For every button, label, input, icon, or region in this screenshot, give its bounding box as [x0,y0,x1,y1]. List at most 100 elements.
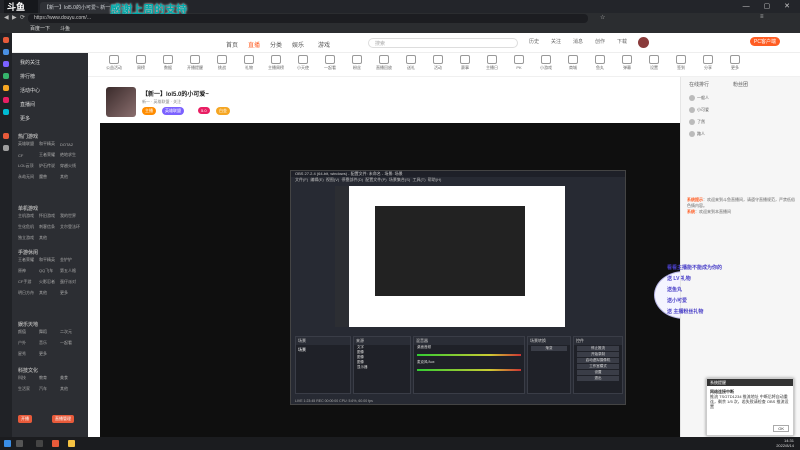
sidebar-grid-item[interactable]: 其他 [60,386,81,392]
sidebar-grid-item[interactable]: LOL云顶 [18,163,39,169]
sidebar-grid-item[interactable]: 户外 [18,340,39,346]
sidebar-grid-item[interactable]: 刺客信条 [39,224,60,230]
douyu-logo[interactable]: 斗鱼 [4,0,38,13]
bookmark-item[interactable]: 斗鱼 [60,25,70,32]
nav-category[interactable]: 分类 [270,40,282,49]
settings-button[interactable]: 设置 [577,370,619,375]
app-icon[interactable] [68,440,75,447]
category-item[interactable]: 主播日 [478,55,506,71]
sidebar-grid-item[interactable]: 美食 [60,375,81,381]
obs-menu-item[interactable]: 配置文件(P) [365,177,386,182]
sidebar-grid-item[interactable]: QQ飞车 [39,268,60,274]
app-icon[interactable] [3,109,9,115]
sidebar-grid-item[interactable]: 魔兽 [39,174,60,180]
room-tag[interactable]: 5.0 [198,107,210,114]
follow-icon[interactable]: 关注 [546,38,566,45]
bookmark-item[interactable]: 百度一下 [30,25,50,32]
address-bar[interactable]: https://www.douyu.com/... [28,14,588,23]
sidebar-grid-item[interactable]: 怀旧游戏 [39,213,60,219]
sidebar-grid-item[interactable]: 独立游戏 [18,235,39,241]
app-icon[interactable] [3,61,9,67]
exit-button[interactable]: 退出 [577,376,619,381]
sidebar-grid-item[interactable]: 主机游戏 [18,213,39,219]
sidebar-item-room[interactable]: 直播间 [20,101,35,108]
message-icon[interactable]: 消息 [568,38,588,45]
sidebar-grid-item[interactable]: 其他 [60,174,81,180]
clock[interactable]: 14:31 2022/8/14 [776,438,794,448]
sidebar-grid-item[interactable]: 教育 [39,375,60,381]
audio-meter[interactable] [417,369,521,371]
sidebar-grid-item[interactable]: 更多 [60,290,81,296]
app-icon[interactable] [3,133,9,139]
nav-live[interactable]: 直播 [248,40,260,49]
nav-games[interactable]: 游戏 [318,40,330,49]
record-button[interactable]: 开始录制 [577,352,619,357]
sidebar-grid-item[interactable]: DOTA2 [60,142,81,147]
sidebar-grid-item[interactable]: 我的世界 [60,213,81,219]
obs-window[interactable]: OBS 27.2.4 (64-bit, windows) - 配置文件: 未命名… [290,170,626,405]
sidebar-grid-item[interactable]: 明日方舟 [18,290,39,296]
window-controls[interactable]: — ▢ ✕ [743,2,796,10]
sidebar-grid-item[interactable]: 炉石传说 [39,163,60,169]
category-item[interactable]: 公益活动 [100,55,128,71]
sidebar-grid-item[interactable]: 其他 [39,290,60,296]
system-popup[interactable]: 系统提醒 网络连接中断 推流 TSGTD1234 推流地址 中断后将自动重连，剩… [706,378,794,436]
tab-stream[interactable]: 【新一】lol5.0的小可爱~ 新一... [40,2,110,13]
obs-menu-item[interactable]: 帮助(H) [428,177,442,182]
category-item[interactable]: 更多 [721,55,749,71]
manage-button[interactable]: 直播管理 [52,415,74,423]
user-avatar[interactable] [638,37,649,48]
app-icon[interactable] [3,37,9,43]
room-tag[interactable]: 白金 [216,107,230,115]
history-icon[interactable]: 历史 [524,38,544,45]
obs-menu-item[interactable]: 编辑(E) [310,177,323,182]
back-icon[interactable]: ◀ [4,14,9,21]
obs-menu-item[interactable]: 工具(T) [412,177,425,182]
sidebar-grid-item[interactable]: 艾尔登法环 [60,224,81,230]
rank-item[interactable]: 路人 [689,131,705,137]
category-item[interactable]: 送礼 [397,55,425,71]
rank-item[interactable]: 小可爱 [689,107,709,113]
sidebar-grid-item[interactable]: 原神 [18,268,39,274]
sidebar-grid-item[interactable]: 和平精英 [39,257,60,263]
app-icon[interactable] [3,49,9,55]
create-icon[interactable]: 创作 [590,38,610,45]
sidebar-grid-item[interactable]: 火影忍者 [39,279,60,285]
sidebar-grid-item[interactable]: 生化危机 [18,224,39,230]
app-icon[interactable] [3,97,9,103]
app-icon[interactable] [36,440,43,447]
nav-home[interactable]: 首页 [226,40,238,49]
app-icon[interactable] [52,440,59,447]
category-item[interactable]: 小天使 [289,55,317,71]
sidebar-grid-item[interactable]: 更多 [39,351,60,357]
app-icon[interactable] [3,73,9,79]
room-tag[interactable]: 英雄联盟 [162,107,184,115]
video-player[interactable]: OBS 27.2.4 (64-bit, windows) - 配置文件: 未命名… [100,123,714,437]
streamer-avatar[interactable] [106,87,136,117]
category-item[interactable]: 商城 [559,55,587,71]
category-item[interactable]: PK [505,55,533,70]
obs-menu-item[interactable]: 停靠部件(D) [342,177,364,182]
nav-entertainment[interactable]: 娱乐 [292,40,304,49]
sidebar-grid-item[interactable]: 第五人格 [60,268,81,274]
sidebar-grid-item[interactable]: 永劫无间 [18,174,39,180]
transition-select[interactable]: 渐变 [531,346,567,351]
category-item[interactable]: 小游戏 [532,55,560,71]
sidebar-grid-item[interactable]: 其他 [39,235,60,241]
sidebar-grid-item[interactable]: 蛋仔派对 [60,279,81,285]
sidebar-grid-item[interactable]: 颜值 [18,329,39,335]
sidebar-grid-item[interactable]: CF手游 [18,279,39,285]
sidebar-item-activity[interactable]: 活动中心 [20,87,40,94]
rank-item[interactable]: 一般人 [689,95,709,101]
category-item[interactable]: 周榜 [127,55,155,71]
category-item[interactable]: 鱼丸 [586,55,614,71]
obs-menu-item[interactable]: 文件(F) [295,177,308,182]
category-item[interactable]: 设置 [640,55,668,71]
sidebar-grid-item[interactable]: CF [18,153,39,158]
obs-preview[interactable] [335,186,565,327]
sidebar-grid-item[interactable]: 舞蹈 [39,329,60,335]
popup-ok-button[interactable]: OK [773,425,789,432]
search-input[interactable]: 搜索 [368,38,518,48]
tab-fans[interactable]: 粉丝团 [733,81,748,88]
category-item[interactable]: 分享 [694,55,722,71]
